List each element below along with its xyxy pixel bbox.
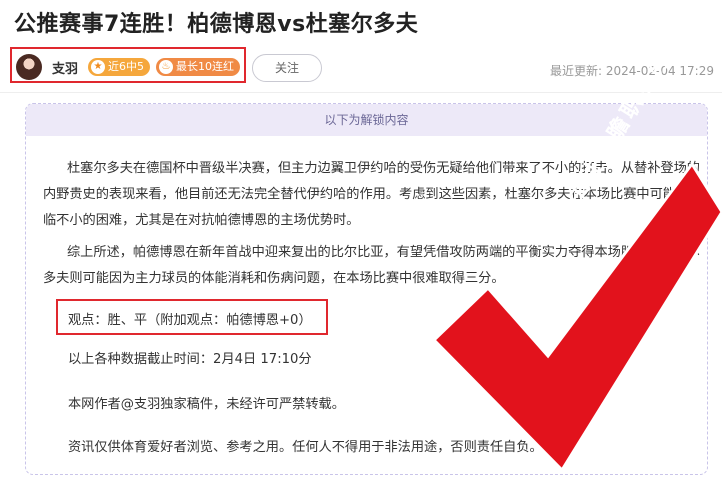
recent-record-badge: ★ 近6中5 [88, 58, 150, 76]
author-avatar[interactable] [16, 54, 42, 80]
analysis-paragraph-2: 综上所述，帕德博恩在新年首战中迎来复出的比尔比亚，有望凭借攻防两端的平衡实力夺得… [43, 245, 700, 286]
update-label: 最近更新: [549, 64, 603, 78]
header-divider [0, 92, 722, 93]
copyright-notice: 本网作者@支羽独家稿件，未经许可严禁转载。 [68, 397, 345, 412]
article-title: 公推赛事7连胜！柏德博恩vs杜塞尔多夫 [14, 12, 419, 37]
flame-icon: ♨ [159, 60, 173, 74]
star-icon: ★ [91, 60, 105, 74]
disclaimer-text: 资讯仅供体育爱好者浏览、参考之用。任何人不得用于非法用途，否则责任自负。 [68, 440, 543, 455]
recent-record-text: 近6中5 [108, 60, 144, 73]
follow-button[interactable]: 关注 [252, 54, 322, 82]
streak-badge: ♨ 最长10连红 [156, 58, 240, 76]
streak-text: 最长10连红 [176, 60, 234, 73]
author-name[interactable]: 支羽 [52, 58, 78, 77]
viewpoint-text: 观点：胜、平（附加观点：帕德博恩+0） [68, 313, 312, 328]
data-deadline-text: 以上各种数据截止时间：2月4日 17:10分 [68, 352, 312, 367]
